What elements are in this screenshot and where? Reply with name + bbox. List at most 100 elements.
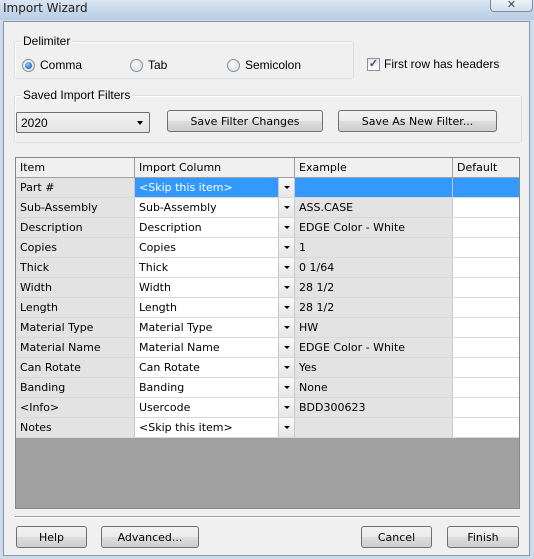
import-column-select[interactable]: Usercode — [135, 398, 295, 417]
radio-semicolon-label: Semicolon — [245, 58, 302, 72]
table-row[interactable]: Width Width 28 1/2 — [16, 278, 519, 298]
default-cell[interactable] — [453, 398, 519, 417]
column-header-import-column[interactable]: Import Column — [135, 158, 295, 177]
default-cell[interactable] — [453, 198, 519, 217]
example-cell: 28 1/2 — [295, 278, 453, 297]
table-row[interactable]: Length Length 28 1/2 — [16, 298, 519, 318]
chevron-down-icon — [283, 266, 290, 269]
cancel-label: Cancel — [377, 530, 416, 544]
chevron-down-icon — [283, 226, 290, 229]
default-cell[interactable] — [453, 218, 519, 237]
mapping-grid: Item Import Column Example Default Part … — [15, 157, 520, 509]
table-row[interactable]: Can Rotate Can Rotate Yes — [16, 358, 519, 378]
table-row[interactable]: Thick Thick 0 1/64 — [16, 258, 519, 278]
chevron-down-icon — [137, 121, 143, 125]
dropdown-button[interactable] — [278, 258, 294, 277]
saved-filter-select[interactable]: 2020 — [16, 112, 150, 133]
import-column-select[interactable]: Thick — [135, 258, 295, 277]
dropdown-button[interactable] — [278, 278, 294, 297]
table-row[interactable]: Banding Banding None — [16, 378, 519, 398]
import-column-select[interactable]: Description — [135, 218, 295, 237]
default-cell[interactable] — [453, 358, 519, 377]
help-button[interactable]: Help — [16, 526, 87, 548]
save-filter-changes-label: Save Filter Changes — [190, 114, 300, 128]
column-header-item[interactable]: Item — [16, 158, 135, 177]
table-row[interactable]: Copies Copies 1 — [16, 238, 519, 258]
default-cell[interactable] — [453, 238, 519, 257]
dropdown-button[interactable] — [278, 378, 294, 397]
default-cell[interactable] — [453, 338, 519, 357]
import-column-select[interactable]: Sub-Assembly — [135, 198, 295, 217]
import-column-select[interactable]: Banding — [135, 378, 295, 397]
column-header-default[interactable]: Default — [453, 158, 519, 177]
table-row[interactable]: Description Description EDGE Color - White — [16, 218, 519, 238]
chevron-down-icon — [283, 426, 290, 429]
delimiter-label: Delimiter — [21, 34, 73, 48]
default-cell[interactable] — [453, 278, 519, 297]
dropdown-button[interactable] — [278, 298, 294, 317]
import-column-select[interactable]: <Skip this item> — [135, 418, 295, 437]
radio-circle-icon — [130, 58, 143, 72]
import-column-value: <Skip this item> — [139, 421, 233, 434]
import-column-select[interactable]: <Skip this item> — [135, 178, 295, 197]
dropdown-button[interactable] — [278, 238, 294, 257]
table-row[interactable]: <Info> Usercode BDD300623 — [16, 398, 519, 418]
import-column-value: Length — [139, 301, 177, 314]
dropdown-button[interactable] — [278, 318, 294, 337]
import-column-value: Copies — [139, 241, 176, 254]
item-cell: Material Name — [16, 338, 135, 357]
dropdown-button[interactable] — [278, 398, 294, 417]
import-column-select[interactable]: Length — [135, 298, 295, 317]
item-cell: Material Type — [16, 318, 135, 337]
column-header-example[interactable]: Example — [295, 158, 453, 177]
default-cell[interactable] — [453, 418, 519, 437]
item-cell: Thick — [16, 258, 135, 277]
import-column-select[interactable]: Can Rotate — [135, 358, 295, 377]
import-column-select[interactable]: Copies — [135, 238, 295, 257]
import-column-select[interactable]: Material Name — [135, 338, 295, 357]
dropdown-button[interactable] — [278, 338, 294, 357]
item-cell: Notes — [16, 418, 135, 437]
default-cell[interactable] — [453, 378, 519, 397]
radio-tab[interactable]: Tab — [130, 58, 167, 72]
default-cell[interactable] — [453, 258, 519, 277]
grid-body: Part # <Skip this item> Sub-Assembly Sub-As… — [16, 178, 519, 438]
table-row[interactable]: Notes <Skip this item> — [16, 418, 519, 438]
example-cell: BDD300623 — [295, 398, 453, 417]
cancel-button[interactable]: Cancel — [361, 526, 432, 548]
advanced-button[interactable]: Advanced... — [101, 526, 199, 548]
radio-selected-dot-icon — [25, 61, 32, 69]
dialog-body: Delimiter Comma Tab Semicolon ✓ First ro… — [3, 21, 530, 556]
dropdown-button[interactable] — [278, 418, 294, 437]
radio-circle-icon — [227, 58, 240, 72]
radio-semicolon[interactable]: Semicolon — [227, 58, 301, 72]
table-row[interactable]: Material Name Material Name EDGE Color - W… — [16, 338, 519, 358]
import-column-value: Thick — [139, 261, 169, 274]
table-row[interactable]: Sub-Assembly Sub-Assembly ASS.CASE — [16, 198, 519, 218]
finish-button[interactable]: Finish — [447, 526, 519, 548]
title-bar[interactable]: Import Wizard ✕ — [0, 0, 534, 20]
save-as-new-filter-button[interactable]: Save As New Filter... — [338, 110, 497, 132]
finish-label: Finish — [467, 530, 499, 544]
dropdown-button[interactable] — [278, 198, 294, 217]
close-button[interactable]: ✕ — [490, 0, 533, 12]
first-row-headers-checkbox[interactable]: ✓ First row has headers — [367, 57, 499, 71]
dropdown-button[interactable] — [278, 178, 294, 197]
example-cell: EDGE Color - White — [295, 338, 453, 357]
default-cell[interactable] — [453, 298, 519, 317]
default-cell[interactable] — [453, 318, 519, 337]
default-cell[interactable] — [453, 178, 519, 197]
item-cell: Description — [16, 218, 135, 237]
dropdown-button[interactable] — [278, 358, 294, 377]
item-cell: Sub-Assembly — [16, 198, 135, 217]
radio-comma[interactable]: Comma — [22, 58, 82, 72]
table-row[interactable]: Part # <Skip this item> — [16, 178, 519, 198]
dropdown-button[interactable] — [278, 218, 294, 237]
import-column-select[interactable]: Width — [135, 278, 295, 297]
import-column-value: Banding — [139, 381, 185, 394]
save-filter-changes-button[interactable]: Save Filter Changes — [167, 110, 323, 132]
example-cell: Yes — [295, 358, 453, 377]
table-row[interactable]: Material Type Material Type HW — [16, 318, 519, 338]
window-title: Import Wizard — [3, 1, 88, 15]
import-column-select[interactable]: Material Type — [135, 318, 295, 337]
